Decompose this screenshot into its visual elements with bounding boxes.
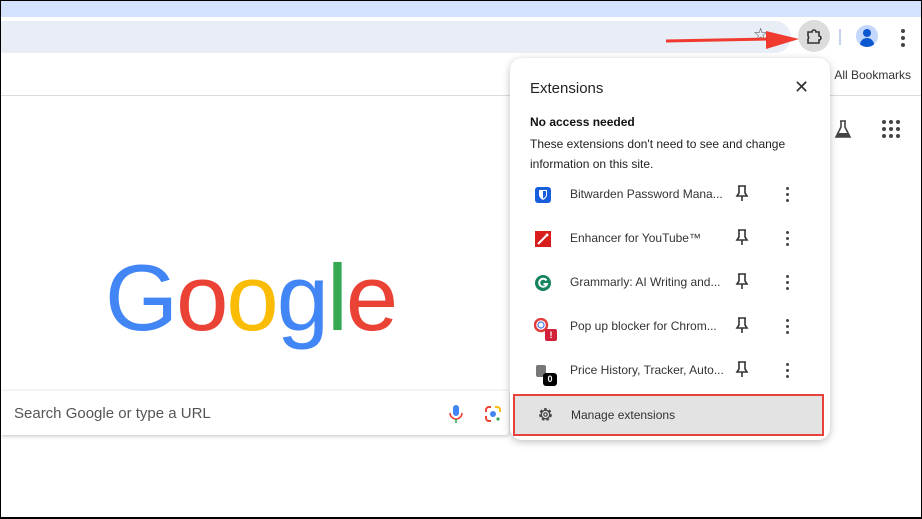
close-icon[interactable]: ✕ bbox=[794, 77, 809, 98]
extension-badge: 0 bbox=[543, 373, 557, 386]
more-options-icon[interactable] bbox=[786, 363, 790, 378]
extension-item[interactable]: Bitwarden Password Mana... bbox=[510, 173, 830, 217]
section-title: No access needed bbox=[530, 115, 635, 129]
microphone-icon[interactable] bbox=[449, 404, 463, 424]
more-options-icon[interactable] bbox=[786, 231, 790, 246]
puzzle-icon bbox=[807, 29, 822, 44]
extension-item[interactable]: ! Pop up blocker for Chrom... bbox=[510, 305, 830, 349]
pin-icon[interactable] bbox=[735, 316, 749, 334]
manage-extensions-button[interactable]: Manage extensions bbox=[513, 394, 824, 436]
pin-icon[interactable] bbox=[735, 228, 749, 246]
search-box[interactable]: Search Google or type a URL bbox=[1, 391, 509, 435]
browser-window: ☆ All Bookmarks Google Search Google or … bbox=[1, 1, 921, 517]
chrome-menu-icon[interactable] bbox=[901, 29, 905, 47]
extension-item[interactable]: Grammarly: AI Writing and... bbox=[510, 261, 830, 305]
enhancer-icon bbox=[535, 231, 551, 247]
bitwarden-icon bbox=[535, 187, 551, 203]
all-bookmarks-button[interactable]: All Bookmarks bbox=[834, 68, 911, 82]
google-logo: Google bbox=[105, 245, 398, 350]
more-options-icon[interactable] bbox=[786, 275, 790, 290]
extension-item[interactable]: Enhancer for YouTube™ bbox=[510, 217, 830, 261]
section-description: These extensions don't need to see and c… bbox=[530, 137, 786, 171]
annotation-arrow bbox=[666, 31, 799, 49]
extension-badge: ! bbox=[545, 329, 557, 341]
gear-icon bbox=[539, 408, 552, 421]
labs-flask-icon[interactable] bbox=[833, 119, 853, 139]
extensions-button[interactable] bbox=[798, 20, 830, 52]
more-options-icon[interactable] bbox=[786, 187, 790, 202]
tab-strip bbox=[1, 1, 921, 17]
pin-icon[interactable] bbox=[735, 184, 749, 202]
search-input[interactable]: Search Google or type a URL bbox=[14, 405, 211, 422]
extensions-popup: Extensions ✕ No access needed These exte… bbox=[510, 58, 830, 440]
grammarly-icon bbox=[535, 275, 551, 291]
google-apps-icon[interactable] bbox=[882, 120, 900, 138]
popup-title: Extensions bbox=[530, 80, 604, 97]
toolbar-separator bbox=[839, 29, 841, 45]
pin-icon[interactable] bbox=[735, 360, 749, 378]
profile-avatar[interactable] bbox=[856, 25, 878, 47]
extension-item[interactable]: 0 Price History, Tracker, Auto... bbox=[510, 349, 830, 393]
more-options-icon[interactable] bbox=[786, 319, 790, 334]
google-lens-icon[interactable] bbox=[484, 405, 502, 423]
pin-icon[interactable] bbox=[735, 272, 749, 290]
